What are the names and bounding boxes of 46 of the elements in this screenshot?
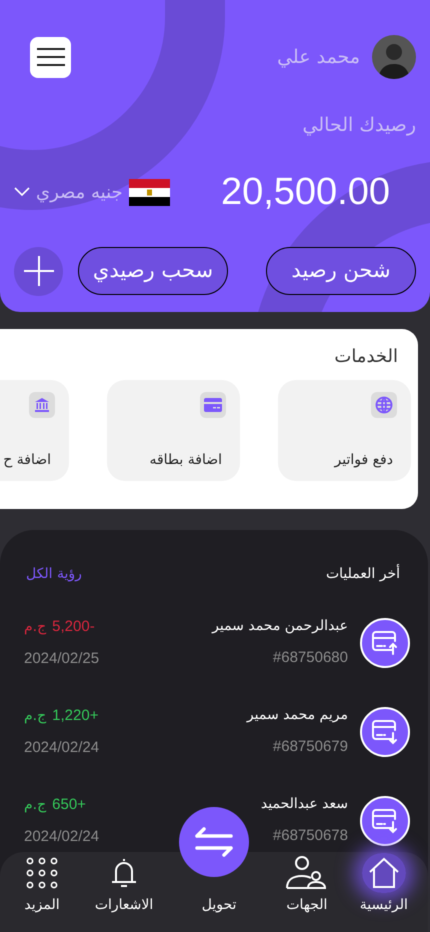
transaction-amount: 5,200- [52,616,95,636]
card-upload-icon [360,618,410,668]
view-all-link[interactable]: رؤية الكل [26,564,82,585]
transaction-id: #68750679 [272,737,348,758]
nav-item[interactable]: الجهات [284,853,329,916]
transaction-amount: 650+ [52,794,86,814]
transaction-date: 2024/02/24 [24,827,100,847]
card-download-icon [360,796,410,846]
nav-item[interactable]: المزيد [20,853,64,916]
card-download-icon [360,707,410,757]
transaction-name: سعد عبدالحميد [260,795,348,814]
service-tile[interactable]: اضافة بطاقه [107,380,240,481]
amount-currency: ج.م [24,796,46,814]
globe-icon [371,392,397,418]
card-icon [200,392,226,418]
user-name: محمد علي [277,44,360,70]
transaction-name: عبدالرحمن محمد سمير [210,617,348,636]
transaction-name: مريم محمد سمير [245,706,348,726]
plus-icon [22,255,54,287]
home-icon [362,853,406,893]
service-tile[interactable]: دفع فواتير [278,380,411,481]
flag-icon [128,178,170,206]
transaction-date: 2024/02/25 [24,649,100,669]
add-button[interactable] [14,246,63,296]
transaction-amount: 1,220+ [52,706,98,726]
swap-arrows-icon [193,827,235,857]
transaction-date: 2024/02/24 [24,738,100,758]
avatar [372,35,416,79]
section-title: أخر العمليات [326,564,400,584]
section-title: الخدمات [334,346,398,367]
balance-label: رصيدك الحالي [302,113,416,138]
nav-item[interactable]: تحويل [184,895,254,916]
menu-icon [36,46,64,68]
action-button[interactable]: شحن رصيد [266,247,416,295]
nav-item[interactable]: الرئيسية [360,853,408,916]
amount-currency: ج.م [24,618,46,636]
transaction-id: #68750680 [272,648,348,668]
amount-currency: ج.م [24,706,46,726]
balance-amount: 20,500.00 [220,170,390,214]
chevron-down-icon [14,187,30,197]
nav-item[interactable]: الاشعارات [94,853,154,916]
service-tile[interactable]: اضافة ح [0,380,69,481]
action-button[interactable]: سحب رصيدي [78,247,228,295]
bank-icon [29,392,55,418]
menu-button[interactable] [30,36,71,78]
transaction-id: #68750678 [272,826,348,846]
